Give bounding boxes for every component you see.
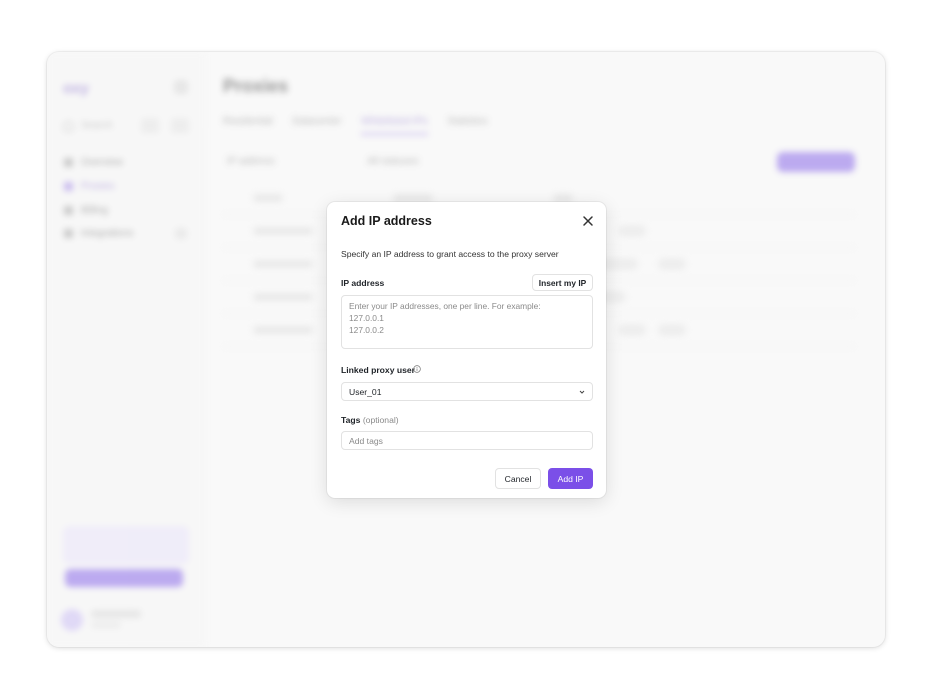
optional-hint: (optional) <box>362 415 399 425</box>
tags-label: Tags (optional) <box>341 415 399 425</box>
insert-my-ip-button[interactable]: Insert my IP <box>532 274 593 291</box>
dialog-description: Specify an IP address to grant access to… <box>341 249 559 259</box>
cancel-button[interactable]: Cancel <box>495 468 541 489</box>
add-ip-button[interactable]: Add IP <box>548 468 593 489</box>
linked-proxy-user-select[interactable]: User_01 <box>341 382 593 401</box>
chevron-down-icon <box>579 390 585 394</box>
tags-placeholder: Add tags <box>349 436 383 446</box>
ip-address-textarea[interactable]: Enter your IP addresses, one per line. F… <box>341 295 593 349</box>
info-icon[interactable] <box>413 365 421 373</box>
ip-address-label: IP address <box>341 278 385 288</box>
dialog-title: Add IP address <box>341 214 432 228</box>
add-ip-dialog: Add IP address Specify an IP address to … <box>327 202 606 498</box>
select-value: User_01 <box>349 387 382 397</box>
tags-input[interactable]: Add tags <box>341 431 593 450</box>
close-icon[interactable] <box>581 214 595 228</box>
linked-proxy-user-label: Linked proxy user <box>341 365 416 375</box>
